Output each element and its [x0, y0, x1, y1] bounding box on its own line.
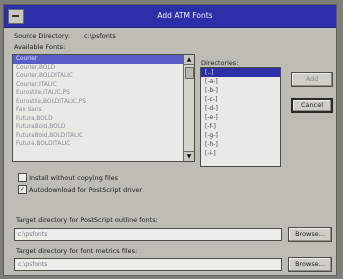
directories-label: Directories:	[201, 59, 239, 67]
directory-list-item[interactable]: [-b-]	[201, 86, 280, 95]
directory-list-item[interactable]: [..]	[201, 68, 280, 77]
add-button[interactable]: Add	[291, 72, 333, 87]
auto-download-label: Autodownload for PostScript driver	[29, 186, 143, 194]
directory-list-item[interactable]: [-i-]	[201, 149, 280, 158]
target-metrics-label: Target directory for font metrics files:	[16, 247, 138, 255]
font-list-item[interactable]: Futura,BOLD	[13, 115, 194, 124]
directory-list-item[interactable]: [-g-]	[201, 131, 280, 140]
directory-list-item[interactable]: [-e-]	[201, 113, 280, 122]
font-list-item[interactable]: Courier,BOLD	[13, 64, 194, 73]
scroll-down-icon[interactable]: ▼	[184, 151, 194, 161]
directories-list[interactable]: [..] [-a-] [-b-] [-c-] [-d-] [-e-] [-f-] [-g-][…	[200, 67, 281, 167]
auto-download-checkbox[interactable]: ✓	[18, 185, 27, 194]
font-list-item[interactable]: Eurostile,BOLDITALIC,PS	[13, 98, 194, 107]
add-atm-fonts-dialog: Add ATM Fonts Source Directory: c:\psfon…	[3, 4, 337, 276]
title-bar: Add ATM Fonts	[4, 5, 336, 28]
fonts-scrollbar[interactable]: ▲ ▼	[183, 55, 194, 161]
font-list-item[interactable]: Fax Sans	[13, 106, 194, 115]
scroll-thumb[interactable]	[185, 67, 194, 79]
browse-outline-button[interactable]: Browse...	[288, 227, 332, 242]
scroll-up-icon[interactable]: ▲	[184, 55, 194, 65]
cancel-button[interactable]: Cancel	[291, 98, 333, 113]
install-without-copying-checkbox[interactable]	[18, 173, 27, 182]
font-list-item[interactable]: Courier,BOLDITALIC	[13, 72, 194, 81]
directory-list-item[interactable]: [-f-]	[201, 122, 280, 131]
install-without-copying-label: Install without copying files	[29, 174, 119, 182]
window-title: Add ATM Fonts	[157, 11, 213, 20]
browse-metrics-button[interactable]: Browse...	[288, 257, 332, 272]
available-fonts-list[interactable]: Courier Courier,BOLD Courier,BOLDITALIC Cou…	[12, 54, 195, 162]
directory-list-item[interactable]: [-a-]	[201, 77, 280, 86]
target-outline-label: Target directory for PostScript outline …	[16, 216, 158, 224]
font-list-item[interactable]: Eurostile,ITALIC,PS	[13, 89, 194, 98]
source-directory-label: Source Directory:	[14, 32, 71, 40]
target-metrics-field[interactable]: c:\psfonts	[14, 258, 282, 271]
font-list-item[interactable]: FuturaBold,BOLD	[13, 123, 194, 132]
font-list-item[interactable]: FuturaBold,BOLDITALIC	[13, 132, 194, 141]
directory-list-item[interactable]: [-h-]	[201, 140, 280, 149]
font-list-item[interactable]: Futura,BOLDITALIC	[13, 140, 194, 149]
directory-list-item[interactable]: [-c-]	[201, 95, 280, 104]
font-list-item[interactable]: Courier,ITALIC	[13, 81, 194, 90]
available-fonts-label: Available Fonts:	[14, 43, 66, 51]
source-directory-value: c:\psfonts	[84, 32, 116, 40]
font-list-item[interactable]: Courier	[13, 55, 194, 64]
target-outline-field[interactable]: c:\psfonts	[14, 228, 282, 241]
system-menu-icon[interactable]	[8, 9, 24, 24]
directory-list-item[interactable]: [-d-]	[201, 104, 280, 113]
